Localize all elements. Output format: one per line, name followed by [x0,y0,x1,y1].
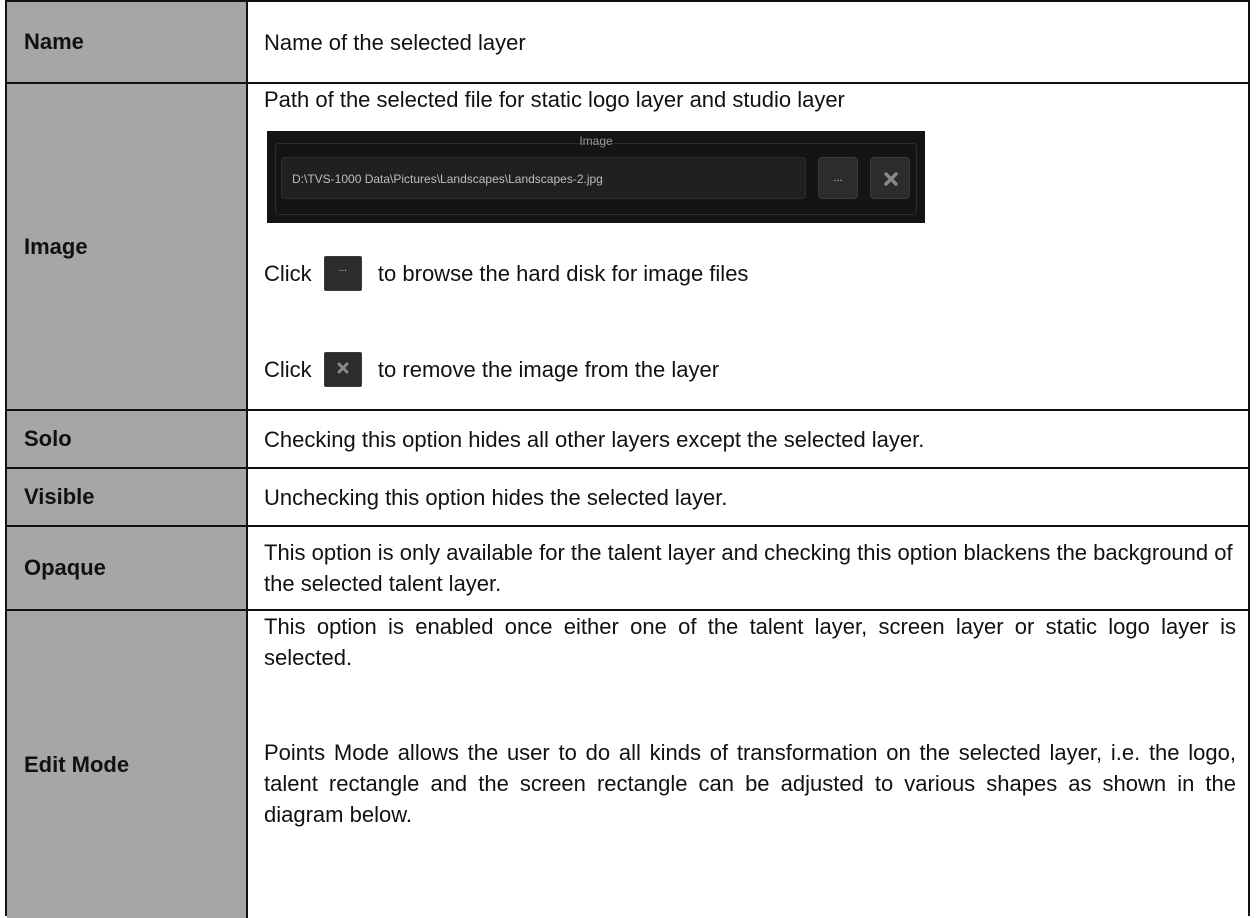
row-desc-opaque: This option is only available for the ta… [264,540,1233,596]
row-label-visible: Visible [7,469,248,525]
table-row-visible: Visible Unchecking this option hides the… [7,469,1248,527]
remove-button-icon [323,352,362,387]
row-label-solo: Solo [7,411,248,467]
browse-instruction-post: to browse the hard disk for image files [377,261,749,286]
edit-mode-paragraph-1: This option is enabled once either one o… [264,614,1236,670]
table-row-name: Name Name of the selected layer [7,2,1248,84]
row-label-image: Image [7,84,248,409]
browse-button-icon: ... [323,256,362,291]
remove-instruction: Click to remove the image from the layer [264,352,719,387]
row-desc-name: Name of the selected layer [264,29,526,55]
browse-instruction-pre: Click [264,261,312,286]
browse-instruction: Click ... to browse the hard disk for im… [264,256,748,291]
remove-instruction-pre: Click [264,357,312,382]
table-row-image: Image Path of the selected file for stat… [7,84,1248,411]
row-label-opaque: Opaque [7,527,248,609]
row-label-name: Name [7,2,248,82]
remove-button[interactable] [870,157,910,199]
close-icon [337,362,349,374]
browse-button[interactable]: ... [818,157,858,199]
image-path-widget: Image D:\TVS-1000 Data\Pictures\Landscap… [267,131,925,223]
row-desc-image: Path of the selected file for static log… [264,87,845,112]
image-path-field[interactable]: D:\TVS-1000 Data\Pictures\Landscapes\Lan… [281,157,806,199]
table-row-solo: Solo Checking this option hides all othe… [7,411,1248,469]
row-desc-solo: Checking this option hides all other lay… [264,426,925,452]
widget-title: Image [579,134,613,148]
close-icon [884,172,898,186]
table-row-opaque: Opaque This option is only available for… [7,527,1248,611]
remove-instruction-post: to remove the image from the layer [377,357,720,382]
row-label-edit-mode: Edit Mode [7,611,248,918]
properties-table: Name Name of the selected layer Image Pa… [5,0,1250,918]
row-desc-visible: Unchecking this option hides the selecte… [264,484,728,510]
table-row-edit-mode: Edit Mode This option is enabled once ei… [7,611,1248,918]
edit-mode-paragraph-2: Points Mode allows the user to do all ki… [264,740,1236,827]
